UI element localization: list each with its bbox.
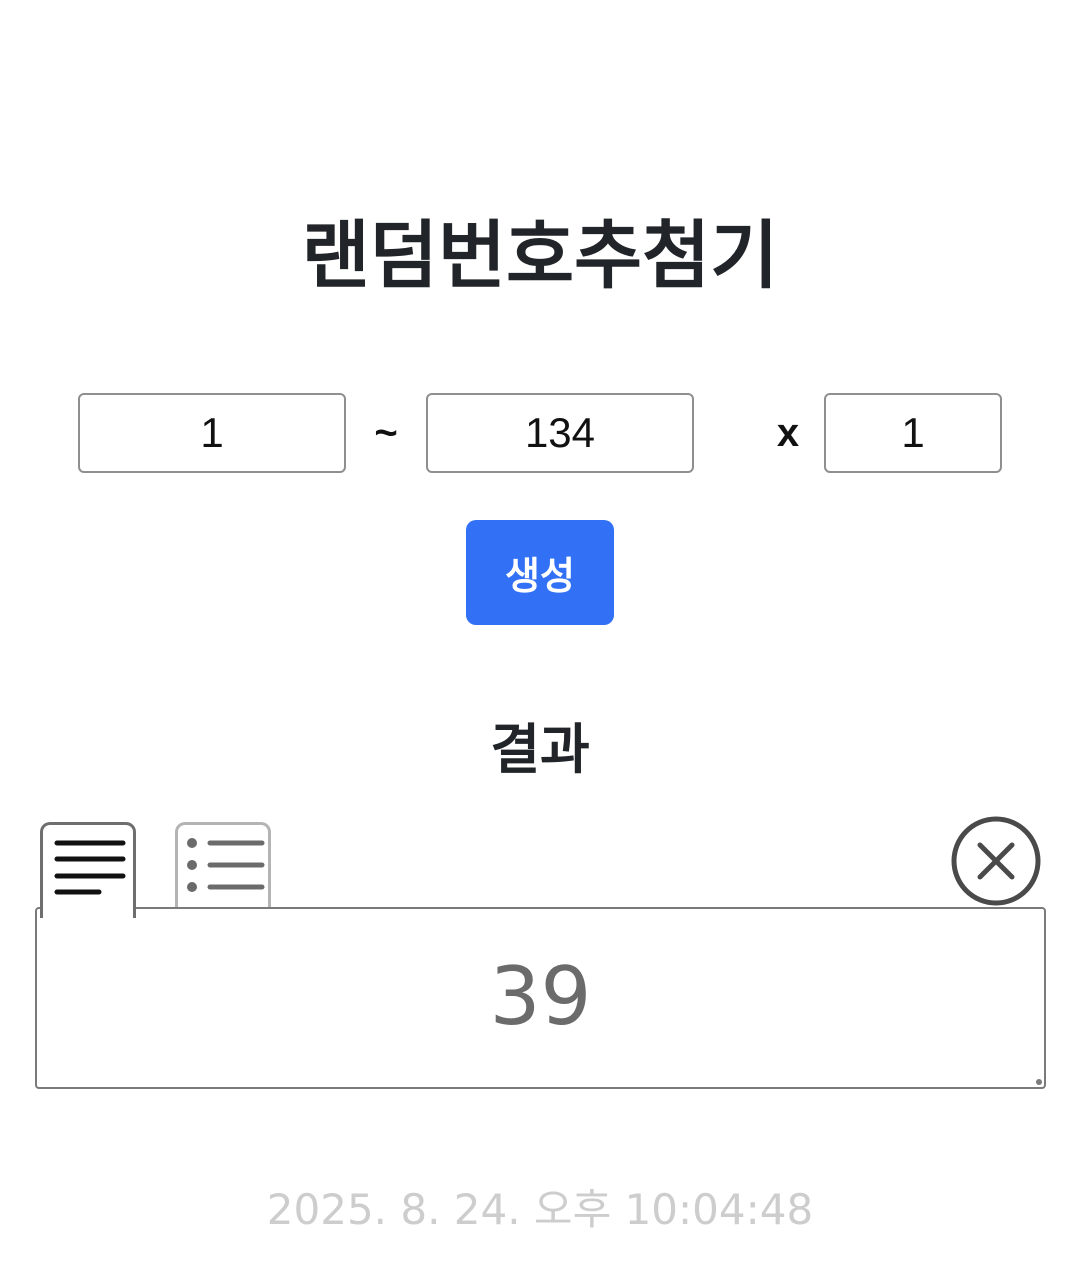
generate-button[interactable]: 생성 [466,520,614,625]
result-value: 39 [489,950,592,1043]
count-input[interactable] [824,393,1002,473]
result-heading: 결과 [490,718,590,781]
clear-result-button[interactable] [950,815,1042,907]
range-max-input[interactable] [426,393,694,473]
text-lines-icon [54,840,126,895]
tab-text-view[interactable] [40,822,136,918]
generated-timestamp: 2025. 8. 24. 오후 10:04:48 [266,1185,814,1234]
close-circle-icon [951,816,1041,906]
range-separator: ~ [374,411,398,455]
tab-list-view[interactable] [175,822,271,918]
page-title: 랜덤번호추첨기 [301,213,779,299]
resize-handle[interactable] [1036,1079,1042,1085]
times-symbol: x [776,411,800,455]
result-output[interactable]: 39 [35,907,1046,1089]
range-min-input[interactable] [78,393,346,473]
